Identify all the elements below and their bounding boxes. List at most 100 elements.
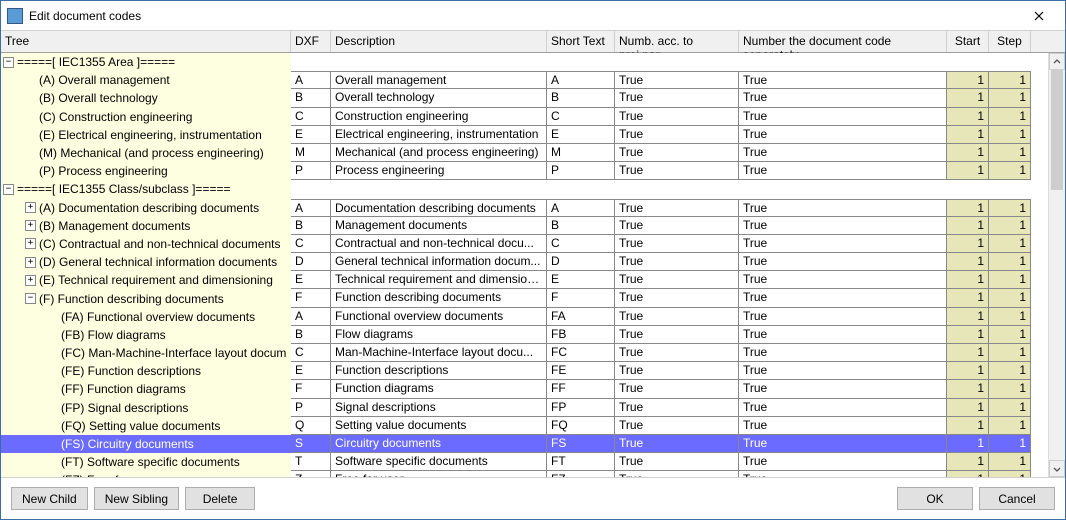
grid-row[interactable]: EFunction descriptionsFETrueTrue11 (291, 362, 1048, 380)
grid-row[interactable]: TSoftware specific documentsFTTrueTrue11 (291, 453, 1048, 471)
cell-numb-projpar[interactable]: True (615, 217, 739, 235)
vertical-scrollbar[interactable] (1048, 53, 1065, 477)
cell-step[interactable]: 1 (989, 435, 1031, 453)
cell-step[interactable]: 1 (989, 271, 1031, 289)
expand-icon[interactable]: + (25, 220, 36, 231)
cell-short-text[interactable]: FC (547, 344, 615, 362)
cell-dxf[interactable]: C (291, 344, 331, 362)
cell-numb-projpar[interactable]: True (615, 162, 739, 180)
cell-number-separately[interactable]: True (739, 89, 947, 107)
tree-node[interactable]: (FS) Circuitry documents (1, 435, 291, 453)
cell-number-separately[interactable]: True (739, 235, 947, 253)
tree-node[interactable]: (FP) Signal descriptions (1, 399, 291, 417)
cell-number-separately[interactable]: True (739, 253, 947, 271)
tree-node[interactable]: +(C) Contractual and non-technical docum… (1, 235, 291, 253)
cell-dxf[interactable]: C (291, 235, 331, 253)
cell-dxf[interactable]: E (291, 126, 331, 144)
cell-description[interactable]: Software specific documents (331, 453, 547, 471)
tree-node[interactable]: +(A) Documentation describing documents (1, 199, 291, 217)
tree-node[interactable]: (FF) Function diagrams (1, 380, 291, 398)
cell-numb-projpar[interactable]: True (615, 399, 739, 417)
cell-dxf[interactable]: F (291, 380, 331, 398)
cell-description[interactable]: Circuitry documents (331, 435, 547, 453)
cell-short-text[interactable]: C (547, 235, 615, 253)
cell-start[interactable]: 1 (947, 217, 989, 235)
cell-number-separately[interactable]: True (739, 289, 947, 307)
cell-description[interactable]: Overall management (331, 71, 547, 89)
cell-description[interactable]: Construction engineering (331, 108, 547, 126)
cell-start[interactable]: 1 (947, 144, 989, 162)
cell-start[interactable]: 1 (947, 162, 989, 180)
cell-description[interactable]: Overall technology (331, 89, 547, 107)
cell-numb-projpar[interactable]: True (615, 71, 739, 89)
cell-step[interactable]: 1 (989, 253, 1031, 271)
cell-short-text[interactable]: FT (547, 453, 615, 471)
cell-short-text[interactable]: FB (547, 326, 615, 344)
cell-number-separately[interactable]: True (739, 326, 947, 344)
cell-dxf[interactable]: B (291, 326, 331, 344)
cell-start[interactable]: 1 (947, 362, 989, 380)
tree-node[interactable]: (FE) Function descriptions (1, 362, 291, 380)
collapse-icon[interactable]: − (3, 57, 14, 68)
grid-row[interactable]: SCircuitry documentsFSTrueTrue11 (291, 435, 1048, 453)
grid-row[interactable]: PProcess engineeringPTrueTrue11 (291, 162, 1048, 180)
cell-short-text[interactable]: A (547, 71, 615, 89)
cell-step[interactable]: 1 (989, 344, 1031, 362)
cell-step[interactable]: 1 (989, 108, 1031, 126)
cell-dxf[interactable]: A (291, 199, 331, 217)
grid-row[interactable]: DGeneral technical information docum...D… (291, 253, 1048, 271)
grid-row[interactable]: BFlow diagramsFBTrueTrue11 (291, 326, 1048, 344)
cell-number-separately[interactable]: True (739, 126, 947, 144)
cell-number-separately[interactable]: True (739, 162, 947, 180)
cell-dxf[interactable]: B (291, 89, 331, 107)
cell-step[interactable]: 1 (989, 453, 1031, 471)
tree-node[interactable]: −(F) Function describing documents (1, 289, 291, 307)
collapse-icon[interactable]: − (25, 293, 36, 304)
tree-node[interactable]: +(B) Management documents (1, 217, 291, 235)
tree-node[interactable]: (FB) Flow diagrams (1, 326, 291, 344)
cell-short-text[interactable]: M (547, 144, 615, 162)
cell-description[interactable]: Flow diagrams (331, 326, 547, 344)
expand-icon[interactable]: + (25, 238, 36, 249)
tree-node[interactable]: (B) Overall technology (1, 89, 291, 107)
grid-row[interactable]: CMan-Machine-Interface layout docu...FCT… (291, 344, 1048, 362)
grid-row[interactable]: BManagement documentsBTrueTrue11 (291, 217, 1048, 235)
tree-node[interactable]: (C) Construction engineering (1, 108, 291, 126)
cell-short-text[interactable]: FP (547, 399, 615, 417)
col-tree[interactable]: Tree (1, 31, 291, 52)
cell-start[interactable]: 1 (947, 271, 989, 289)
cell-numb-projpar[interactable]: True (615, 289, 739, 307)
tree-node[interactable]: −=====[ IEC1355 Area ]===== (1, 53, 291, 71)
tree-node[interactable]: +(D) General technical information docum… (1, 253, 291, 271)
cell-dxf[interactable]: M (291, 144, 331, 162)
cell-step[interactable]: 1 (989, 235, 1031, 253)
cell-step[interactable]: 1 (989, 380, 1031, 398)
tree-node[interactable]: (FC) Man-Machine-Interface layout docum (1, 344, 291, 362)
grid-row[interactable]: ADocumentation describing documentsATrue… (291, 199, 1048, 217)
tree-node[interactable]: (P) Process engineering (1, 162, 291, 180)
col-short-text[interactable]: Short Text (547, 31, 615, 52)
delete-button[interactable]: Delete (185, 487, 255, 510)
cell-numb-projpar[interactable]: True (615, 326, 739, 344)
grid-row[interactable]: CContractual and non-technical docu...CT… (291, 235, 1048, 253)
grid-row[interactable]: MMechanical (and process engineering)MTr… (291, 144, 1048, 162)
col-step[interactable]: Step (989, 31, 1031, 52)
ok-button[interactable]: OK (897, 487, 973, 510)
col-description[interactable]: Description (331, 31, 547, 52)
scroll-track[interactable] (1049, 70, 1065, 460)
cell-number-separately[interactable]: True (739, 199, 947, 217)
tree-node[interactable]: −=====[ IEC1355 Class/subclass ]===== (1, 180, 291, 198)
cell-description[interactable]: Functional overview documents (331, 308, 547, 326)
cell-dxf[interactable]: P (291, 399, 331, 417)
cell-numb-projpar[interactable]: True (615, 199, 739, 217)
cell-description[interactable]: General technical information docum... (331, 253, 547, 271)
new-child-button[interactable]: New Child (11, 487, 88, 510)
cell-short-text[interactable]: FA (547, 308, 615, 326)
cell-dxf[interactable]: Q (291, 417, 331, 435)
cell-number-separately[interactable]: True (739, 435, 947, 453)
scroll-down-button[interactable] (1049, 460, 1065, 477)
cell-dxf[interactable]: D (291, 253, 331, 271)
cell-start[interactable]: 1 (947, 344, 989, 362)
cell-description[interactable]: Function diagrams (331, 380, 547, 398)
tree-pane[interactable]: −=====[ IEC1355 Area ]=====(A) Overall m… (1, 53, 291, 477)
